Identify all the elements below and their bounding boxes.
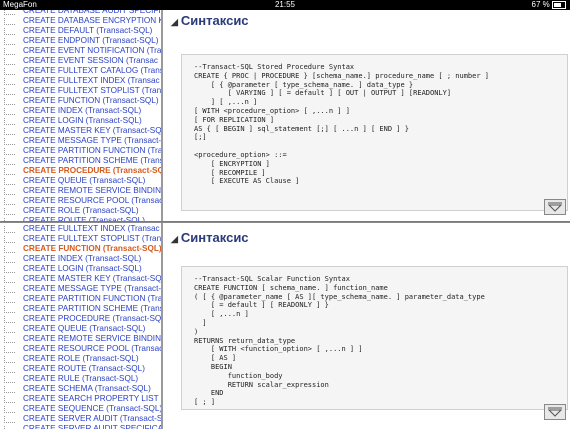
sidebar-item[interactable]: CREATE FULLTEXT STOPLIST (Trans — [0, 86, 163, 96]
sidebar-item[interactable]: CREATE EVENT SESSION (Transac — [0, 56, 163, 66]
clock: 21:55 — [274, 0, 296, 9]
sidebar-item[interactable]: CREATE SCHEMA (Transact-SQL) — [0, 384, 163, 394]
sidebar-item[interactable]: CREATE ENDPOINT (Transact-SQL) — [0, 36, 163, 46]
sidebar-item[interactable]: CREATE MESSAGE TYPE (Transact-S — [0, 136, 163, 146]
sidebar-item[interactable]: CREATE DATABASE ENCRYPTION KE — [0, 16, 163, 26]
scroll-down-button[interactable] — [544, 404, 566, 420]
syntax-code-block: --Transact-SQL Scalar Function Syntax CR… — [181, 266, 568, 410]
sidebar-item[interactable]: CREATE ROUTE (Transact-SQL) — [0, 364, 163, 374]
sidebar-item[interactable]: CREATE EVENT NOTIFICATION (Tra — [0, 46, 163, 56]
sidebar-item[interactable]: CREATE PROCEDURE (Transact-SQ — [0, 166, 163, 176]
sidebar-item[interactable]: CREATE REMOTE SERVICE BINDING — [0, 334, 163, 344]
sidebar-item[interactable]: CREATE SEQUENCE (Transact-SQL) — [0, 404, 163, 414]
sidebar-item[interactable]: CREATE ROLE (Transact-SQL) — [0, 354, 163, 364]
sidebar-item[interactable]: CREATE MASTER KEY (Transact-SQL — [0, 126, 163, 136]
sidebar-item[interactable]: CREATE LOGIN (Transact-SQL) — [0, 264, 163, 274]
sidebar-item[interactable]: CREATE INDEX (Transact-SQL) — [0, 106, 163, 116]
battery-percent: 67 % — [531, 0, 550, 9]
article-top: ◢ Синтаксис --Transact-SQL Stored Procedu… — [163, 10, 570, 221]
status-bar: MegaFon 21:55 67 % — [0, 0, 570, 10]
sidebar-item[interactable]: CREATE FULLTEXT INDEX (Transac — [0, 224, 163, 234]
topic-list-bottom[interactable]: CREATE FULLTEXT INDEX (Transac CREATE FUL… — [0, 223, 163, 429]
chevron-down-icon — [548, 202, 562, 212]
sidebar-item[interactable]: CREATE PARTITION SCHEME (Transa — [0, 156, 163, 166]
sidebar-item[interactable]: CREATE QUEUE (Transact-SQL) — [0, 324, 163, 334]
sidebar-item[interactable]: CREATE FULLTEXT INDEX (Transac — [0, 76, 163, 86]
collapse-triangle-icon[interactable]: ◢ — [171, 17, 178, 27]
sidebar-item[interactable]: CREATE ROLE (Transact-SQL) — [0, 206, 163, 216]
sidebar-item[interactable]: CREATE MESSAGE TYPE (Transact-S — [0, 284, 163, 294]
sidebar-item[interactable]: CREATE FUNCTION (Transact-SQL) — [0, 244, 163, 254]
sidebar-item[interactable]: CREATE LOGIN (Transact-SQL) — [0, 116, 163, 126]
sidebar-item[interactable]: CREATE MASTER KEY (Transact-SQL — [0, 274, 163, 284]
bottom-pane: CREATE FULLTEXT INDEX (Transac CREATE FUL… — [0, 222, 570, 429]
sidebar-item[interactable]: CREATE RESOURCE POOL (Transac — [0, 196, 163, 206]
section-heading: ◢ Синтаксис — [171, 13, 249, 28]
sidebar-item[interactable]: CREATE PARTITION FUNCTION (Tra — [0, 146, 163, 156]
sidebar-item[interactable]: CREATE INDEX (Transact-SQL) — [0, 254, 163, 264]
sidebar-item[interactable]: CREATE PARTITION FUNCTION (Tra — [0, 294, 163, 304]
chevron-down-icon — [548, 407, 562, 417]
sidebar-item[interactable]: CREATE DEFAULT (Transact-SQL) — [0, 26, 163, 36]
scroll-down-button[interactable] — [544, 199, 566, 215]
section-heading: ◢ Синтаксис — [171, 230, 249, 245]
sidebar-item[interactable]: CREATE FULLTEXT CATALOG (Trans — [0, 66, 163, 76]
sidebar-item[interactable]: CREATE PARTITION SCHEME (Transa — [0, 304, 163, 314]
sidebar-item[interactable]: CREATE FULLTEXT STOPLIST (Trans — [0, 234, 163, 244]
battery-icon — [552, 0, 566, 9]
heading-text: Синтаксис — [180, 230, 249, 245]
sidebar-item[interactable]: CREATE SEARCH PROPERTY LIST (Tr — [0, 394, 163, 404]
collapse-triangle-icon[interactable]: ◢ — [171, 234, 178, 244]
status-right: 67 % — [532, 0, 566, 10]
sidebar-item[interactable]: CREATE SERVER AUDIT SPECIFICATI — [0, 424, 163, 429]
topic-list-top[interactable]: CREATE DATABASE AUDIT SPECIFI CREATE DATA… — [0, 10, 163, 221]
sidebar-item[interactable]: CREATE FUNCTION (Transact-SQL) — [0, 96, 163, 106]
sidebar-item[interactable]: CREATE RESOURCE POOL (Transac — [0, 344, 163, 354]
sidebar-item[interactable]: CREATE PROCEDURE (Transact-SQL — [0, 314, 163, 324]
heading-text: Синтаксис — [180, 13, 249, 28]
sidebar-item[interactable]: CREATE RULE (Transact-SQL) — [0, 374, 163, 384]
sidebar-item[interactable]: CREATE SERVER AUDIT (Transact-SQ — [0, 414, 163, 424]
syntax-code-block: --Transact-SQL Stored Procedure Syntax C… — [181, 54, 568, 211]
top-pane: CREATE DATABASE AUDIT SPECIFI CREATE DATA… — [0, 10, 570, 221]
sidebar-item[interactable]: CREATE QUEUE (Transact-SQL) — [0, 176, 163, 186]
article-bottom: ◢ Синтаксис --Transact-SQL Scalar Functio… — [163, 223, 570, 429]
sidebar-item[interactable]: CREATE REMOTE SERVICE BINDING — [0, 186, 163, 196]
